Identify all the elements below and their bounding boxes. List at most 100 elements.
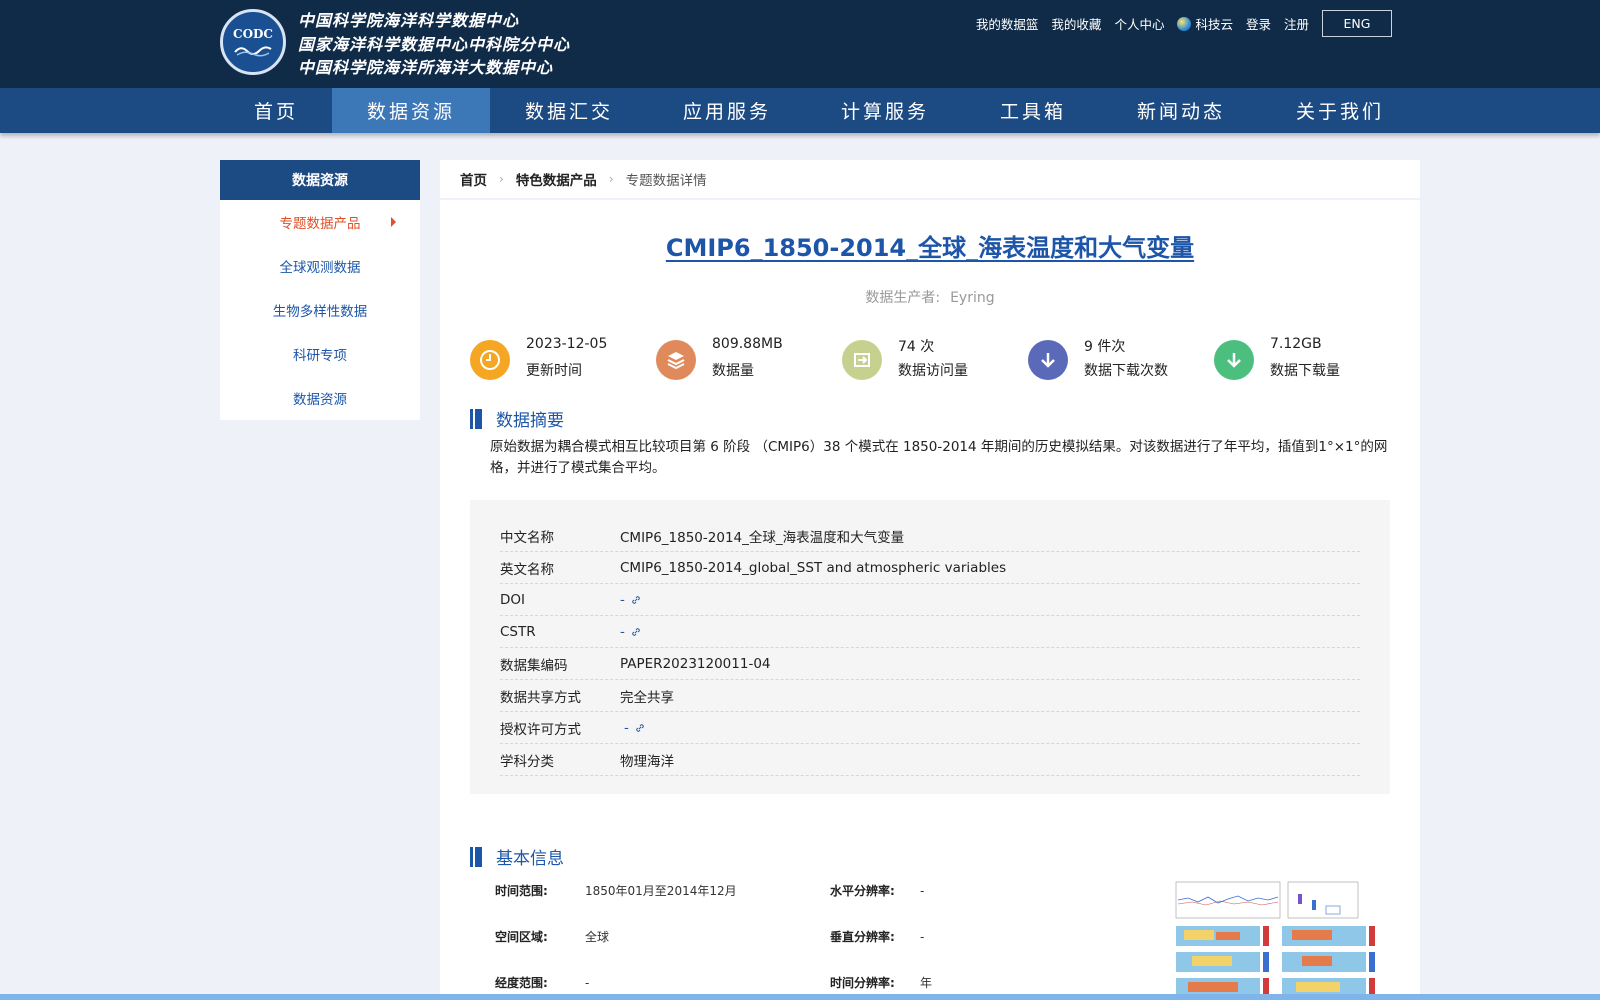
stat-value: 9 件次: [1084, 339, 1126, 355]
breadcrumb: 首页 › 特色数据产品 › 专题数据详情: [440, 160, 1420, 200]
cstr-link[interactable]: -: [620, 624, 641, 640]
org-name-block[interactable]: 中国科学院海洋科学数据中心 国家海洋科学数据中心中科院分中心 中国科学院海洋所海…: [298, 9, 570, 80]
info-item: 水平分辨率: -: [830, 882, 924, 899]
table-row: 中文名称 CMIP6_1850-2014_全球_海表温度和大气变量: [500, 520, 1360, 552]
section-marker-icon: [470, 408, 482, 429]
meta-value: -: [620, 623, 625, 640]
section-heading-text: 数据摘要: [496, 411, 564, 431]
breadcrumb-featured-products[interactable]: 特色数据产品: [516, 169, 597, 189]
producer-label: 数据生产者:: [865, 290, 941, 306]
stat-value: 74 次: [898, 339, 935, 355]
doi-link[interactable]: -: [620, 592, 641, 608]
license-link[interactable]: -: [620, 720, 645, 736]
link-data-basket[interactable]: 我的数据篮: [976, 14, 1039, 33]
top-links: 我的数据篮 我的收藏 个人中心 科技云 登录 注册 ENG: [976, 10, 1392, 37]
stat-value: 2023-12-05: [526, 336, 608, 352]
horizontal-scrollbar[interactable]: [0, 994, 1600, 1000]
info-item: 时间分辨率: 年: [830, 974, 932, 991]
stat-data-volume: 809.88MB 数据量: [656, 336, 842, 384]
main-nav: 首页 数据资源 数据汇交 应用服务 计算服务 工具箱 新闻动态 关于我们: [0, 88, 1600, 133]
sidebar: 数据资源 专题数据产品 全球观测数据 生物多样性数据 科研专项 数据资源: [220, 160, 420, 420]
breadcrumb-home[interactable]: 首页: [460, 169, 487, 189]
sidebar-item-label: 科研专项: [293, 348, 347, 364]
nav-data-submission[interactable]: 数据汇交: [490, 88, 648, 133]
meta-key: 数据共享方式: [500, 689, 581, 706]
table-row: 数据集编码 PAPER2023120011-04: [500, 648, 1360, 680]
table-row: DOI -: [500, 584, 1360, 616]
download-icon: [1214, 340, 1254, 380]
caret-right-icon: [391, 217, 396, 227]
info-key: 水平分辨率:: [830, 884, 895, 898]
table-row: 数据共享方式 完全共享: [500, 680, 1360, 712]
section-marker-icon: [470, 846, 482, 867]
logo-wave-icon: [234, 46, 272, 57]
sidebar-item-thematic-products[interactable]: 专题数据产品: [220, 200, 420, 244]
meta-value: 物理海洋: [620, 753, 674, 770]
codc-logo[interactable]: CODC: [220, 9, 286, 75]
info-value: 全球: [585, 930, 610, 944]
nav-toolbox[interactable]: 工具箱: [964, 88, 1102, 133]
stat-download-volume: 7.12GB 数据下载量: [1214, 336, 1400, 384]
link-science-cloud[interactable]: 科技云: [1177, 14, 1233, 33]
table-row: 学科分类 物理海洋: [500, 744, 1360, 776]
link-login[interactable]: 登录: [1246, 14, 1271, 33]
info-value: 年: [920, 976, 933, 990]
stats-bar: 2023-12-05 更新时间 809.88MB 数据量 74 次 数据访问量 …: [470, 336, 1400, 384]
nav-news[interactable]: 新闻动态: [1102, 88, 1260, 133]
info-key: 时间范围:: [495, 884, 548, 898]
clock-icon: [470, 340, 510, 380]
chevron-right-icon: ›: [608, 172, 614, 186]
link-favorites[interactable]: 我的收藏: [1051, 14, 1101, 33]
meta-key: 授权许可方式: [500, 721, 581, 738]
info-value: -: [920, 884, 925, 898]
language-eng-button[interactable]: ENG: [1322, 10, 1392, 37]
info-key: 垂直分辨率:: [830, 930, 895, 944]
site-header: CODC 中国科学院海洋科学数据中心 国家海洋科学数据中心中科院分中心 中国科学…: [0, 0, 1600, 88]
nav-computing-services[interactable]: 计算服务: [806, 88, 964, 133]
info-value: -: [920, 930, 925, 944]
sidebar-item-label: 专题数据产品: [279, 216, 361, 232]
stat-label: 数据量: [712, 363, 754, 379]
sidebar-title: 数据资源: [220, 160, 420, 200]
table-row: 授权许可方式 -: [500, 712, 1360, 744]
info-key: 经度范围:: [495, 976, 548, 990]
meta-value: -: [624, 719, 629, 736]
org-name-line: 中国科学院海洋所海洋大数据中心: [298, 58, 554, 77]
meta-key: 英文名称: [500, 561, 554, 578]
dataset-preview-image[interactable]: [1162, 878, 1384, 1000]
stat-visits: 74 次 数据访问量: [842, 336, 1028, 384]
section-heading-text: 基本信息: [496, 849, 564, 869]
stat-label: 数据下载量: [1270, 363, 1340, 379]
stat-update-time: 2023-12-05 更新时间: [470, 336, 656, 384]
table-row: CSTR -: [500, 616, 1360, 648]
stat-download-count: 9 件次 数据下载次数: [1028, 336, 1214, 384]
abstract-text: 原始数据为耦合模式相互比较项目第 6 阶段 （CMIP6）38 个模式在 185…: [490, 439, 1388, 476]
sidebar-item-research-projects[interactable]: 科研专项: [220, 332, 420, 376]
info-item: 垂直分辨率: -: [830, 928, 924, 945]
stat-value: 7.12GB: [1270, 336, 1322, 352]
breadcrumb-current: 专题数据详情: [625, 173, 707, 189]
sidebar-item-global-observation[interactable]: 全球观测数据: [220, 244, 420, 288]
nav-about-us[interactable]: 关于我们: [1260, 88, 1420, 133]
stat-label: 数据访问量: [898, 363, 968, 379]
meta-key: CSTR: [500, 623, 536, 640]
meta-key: 数据集编码: [500, 657, 568, 674]
sidebar-item-data-resources[interactable]: 数据资源: [220, 376, 420, 420]
meta-key: 中文名称: [500, 529, 554, 546]
link-icon: [632, 627, 640, 636]
main-panel: 首页 › 特色数据产品 › 专题数据详情 CMIP6_1850-2014_全球_…: [440, 160, 1420, 1000]
nav-data-resources[interactable]: 数据资源: [332, 88, 490, 133]
dataset-title[interactable]: CMIP6_1850-2014_全球_海表温度和大气变量: [440, 228, 1420, 263]
info-item: 时间范围: 1850年01月至2014年12月: [495, 882, 737, 899]
info-value: -: [585, 976, 590, 990]
section-heading-basic-info: 基本信息: [470, 844, 564, 869]
sidebar-item-biodiversity[interactable]: 生物多样性数据: [220, 288, 420, 332]
nav-application-services[interactable]: 应用服务: [648, 88, 806, 133]
link-register[interactable]: 注册: [1284, 14, 1309, 33]
science-cloud-label: 科技云: [1195, 17, 1233, 32]
link-personal-center[interactable]: 个人中心: [1114, 14, 1164, 33]
nav-home[interactable]: 首页: [220, 88, 332, 133]
org-name-line: 国家海洋科学数据中心中科院分中心: [298, 34, 571, 54]
layers-icon: [656, 340, 696, 380]
meta-value: CMIP6_1850-2014_global_SST and atmospher…: [620, 559, 1007, 576]
